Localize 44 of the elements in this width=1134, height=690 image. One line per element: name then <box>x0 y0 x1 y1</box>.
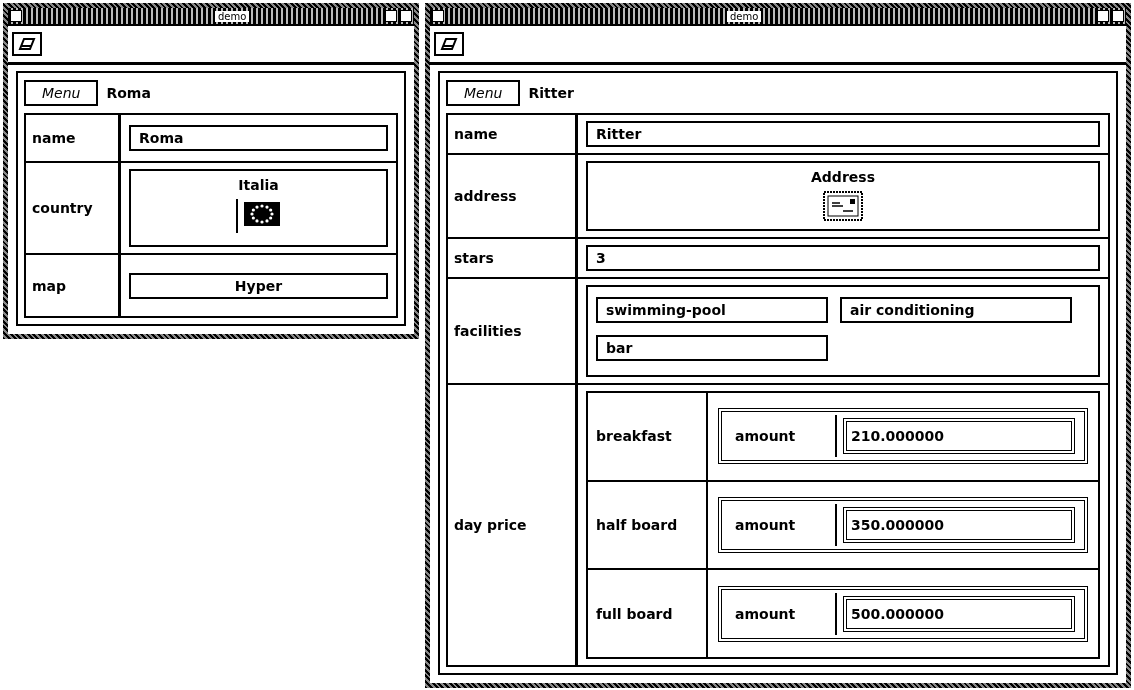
object-name: Italia <box>238 177 279 193</box>
menu-button[interactable]: Menu <box>24 80 99 106</box>
property-label: country <box>26 163 121 253</box>
price-label: half board <box>588 481 708 569</box>
property-label: name <box>26 115 121 161</box>
list-item[interactable]: air conditioning <box>840 297 1072 323</box>
field-label: amount <box>725 415 837 458</box>
window-menu-icon[interactable] <box>432 10 444 22</box>
property-label: name <box>448 115 578 153</box>
window-title: demo <box>727 10 762 22</box>
object-link[interactable]: Italia <box>129 169 388 247</box>
title-bar[interactable]: demo <box>430 8 1126 26</box>
title-bar[interactable]: demo <box>8 8 414 26</box>
window-menu-icon[interactable] <box>10 10 22 22</box>
property-label: stars <box>448 239 578 277</box>
field-label: amount <box>725 504 837 546</box>
eraser-button[interactable] <box>434 32 464 56</box>
amount-field[interactable]: 350.000000 <box>843 507 1075 543</box>
envelope-icon <box>823 191 863 221</box>
list-item[interactable]: bar <box>596 335 828 361</box>
text-field[interactable]: Ritter <box>586 121 1100 147</box>
eraser-icon <box>18 38 36 50</box>
list-item[interactable]: swimming-pool <box>596 297 828 323</box>
object-name: Address <box>811 169 875 185</box>
price-label: full board <box>588 570 708 657</box>
property-label: map <box>26 255 121 316</box>
field-label: amount <box>725 592 837 635</box>
menu-button[interactable]: Menu <box>446 80 521 106</box>
eraser-button[interactable] <box>12 32 42 56</box>
text-field[interactable]: Roma <box>129 125 388 151</box>
amount-field[interactable]: 210.000000 <box>843 418 1075 455</box>
object-title: Ritter <box>528 85 574 101</box>
object-title: Roma <box>106 85 151 101</box>
property-label: day price <box>448 385 578 665</box>
object-link[interactable]: Address <box>586 161 1100 231</box>
amount-field[interactable]: 500.000000 <box>843 595 1075 632</box>
eraser-icon <box>440 38 458 50</box>
price-label: breakfast <box>588 393 708 480</box>
hyper-button[interactable]: Hyper <box>129 272 388 299</box>
property-label: facilities <box>448 279 578 383</box>
flag-icon <box>235 199 282 233</box>
window-title: demo <box>215 10 250 22</box>
property-label: address <box>448 155 578 237</box>
text-field[interactable]: 3 <box>586 245 1100 271</box>
